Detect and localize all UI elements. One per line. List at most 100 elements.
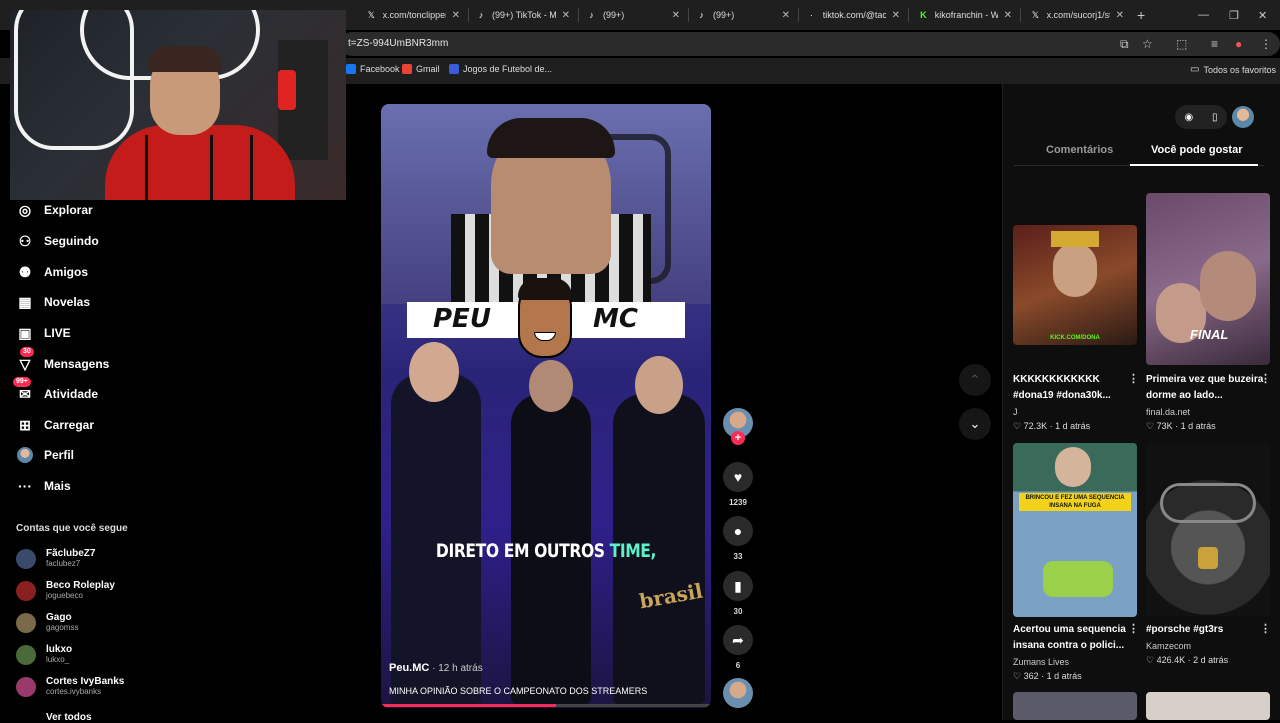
- video-title[interactable]: KKKKKKKKKKKK #dona19 #dona30k...: [1013, 372, 1131, 404]
- follow-plus-icon[interactable]: +: [731, 431, 745, 445]
- browser-tab[interactable]: 𝕏 x.com/tonclipper ✕: [360, 2, 466, 28]
- sidebar-item-perfil[interactable]: Perfil: [16, 446, 74, 464]
- sidebar-item-mensagens[interactable]: ▽ 30 Mensagens: [16, 347, 110, 373]
- save-button[interactable]: ▮ 30: [723, 571, 753, 616]
- see-all-link[interactable]: Ver todos: [46, 712, 92, 723]
- video-title[interactable]: #porsche #gt3rs: [1146, 622, 1264, 638]
- video-thumbnail[interactable]: [1146, 692, 1270, 720]
- sidebar-item-live[interactable]: ▣ LIVE: [16, 324, 70, 342]
- post-time: 1 d atrás: [1055, 421, 1091, 431]
- restore-button[interactable]: ❐: [1229, 0, 1239, 30]
- video-person-right-head: [635, 356, 683, 414]
- address-text[interactable]: t=ZS-994UmBNR3mm: [348, 38, 448, 49]
- video-title[interactable]: Primeira vez que buzeira dorme ao lado..…: [1146, 372, 1264, 404]
- followed-account[interactable]: Beco Roleplay joguebeco: [16, 580, 115, 601]
- avatar[interactable]: [1232, 106, 1254, 128]
- browser-menu-icon[interactable]: ⋮: [1260, 37, 1272, 51]
- tab-label: (99+) TikTok - Ma: [492, 10, 556, 20]
- comment-count: 33: [733, 552, 743, 561]
- new-tab-button[interactable]: +: [1137, 0, 1145, 30]
- minimize-button[interactable]: —: [1198, 0, 1209, 30]
- video-author[interactable]: Peu.MC · 12 h atrás: [389, 662, 483, 674]
- video-thumbnail[interactable]: FINAL: [1146, 193, 1270, 365]
- followed-account[interactable]: Gago gagomss: [16, 612, 78, 633]
- sidebar-item-carregar[interactable]: ⊞ Carregar: [16, 416, 94, 434]
- comment-button[interactable]: ● 33: [723, 516, 753, 561]
- video-thumbnail[interactable]: [1013, 692, 1137, 720]
- bookmark-site-icon: [449, 64, 459, 74]
- video-author[interactable]: final.da.net: [1146, 407, 1190, 417]
- browser-tab[interactable]: · tiktok.com/@tac ✕: [800, 2, 906, 28]
- browser-tab[interactable]: ♪ (99+) ✕: [580, 2, 686, 28]
- more-options-icon[interactable]: ⋮: [1128, 372, 1139, 385]
- extensions-icon[interactable]: ⬚: [1176, 37, 1187, 51]
- bookmark-facebook[interactable]: Facebook: [346, 64, 400, 74]
- all-bookmarks[interactable]: ▭ Todos os favoritos: [1190, 64, 1276, 75]
- video-thumbnail[interactable]: KICK.COM/DONA: [1013, 225, 1137, 345]
- explore-mode-icon[interactable]: ◉: [1184, 112, 1193, 123]
- close-icon[interactable]: ✕: [1004, 10, 1012, 21]
- sidebar-item-atividade[interactable]: ✉ 99+ Atividade: [13, 377, 98, 403]
- browser-tab[interactable]: ♪ (99+) ✕: [690, 2, 796, 28]
- followed-account[interactable]: FãclubeZ7 faclubez7: [16, 548, 95, 569]
- phone-mode-icon[interactable]: ▯: [1212, 112, 1218, 123]
- scroll-up-button[interactable]: ⌃: [959, 364, 991, 396]
- video-progress[interactable]: [381, 704, 711, 707]
- gmail-icon: [402, 64, 412, 74]
- address-bar[interactable]: [340, 32, 1280, 56]
- close-icon[interactable]: ✕: [892, 10, 900, 21]
- view-mode-toggle[interactable]: ◉ ▯: [1175, 105, 1227, 129]
- heart-outline-icon: ♡: [1013, 421, 1022, 431]
- close-icon[interactable]: ✕: [562, 10, 570, 21]
- profile-icon: [16, 446, 34, 464]
- media-icon[interactable]: ≡: [1211, 37, 1218, 51]
- bookmark-gmail[interactable]: Gmail: [402, 64, 440, 74]
- close-icon[interactable]: ✕: [452, 10, 460, 21]
- more-options-icon[interactable]: ⋮: [1260, 622, 1271, 635]
- video-thumbnail[interactable]: [1146, 443, 1270, 617]
- video-author[interactable]: Kamzecom: [1146, 641, 1191, 651]
- close-icon[interactable]: ✕: [672, 10, 680, 21]
- sidebar-item-label: Mensagens: [44, 357, 110, 371]
- video-author[interactable]: Zumans Lives: [1013, 657, 1069, 667]
- creator-avatar[interactable]: +: [723, 408, 753, 445]
- compass-icon: ◎: [18, 201, 32, 218]
- share-button[interactable]: ➦ 6: [723, 625, 753, 670]
- heart-outline-icon: ♡: [1146, 655, 1155, 665]
- scroll-down-button[interactable]: ⌄: [959, 408, 991, 440]
- browser-tab[interactable]: K kikofranchin - W ✕: [912, 2, 1018, 28]
- install-app-icon[interactable]: ⧉: [1120, 37, 1129, 52]
- more-options-icon[interactable]: ⋮: [1128, 622, 1139, 635]
- video-player[interactable]: PEU MC DIRETO EM OUTROS TIME, brasil Peu…: [381, 104, 711, 708]
- sidebar-item-label: Amigos: [44, 265, 89, 279]
- close-icon[interactable]: ✕: [782, 10, 790, 21]
- bookmark-jogos[interactable]: Jogos de Futebol de...: [449, 64, 552, 74]
- sidebar-item-explorar[interactable]: ◎ Explorar: [16, 201, 93, 219]
- sidebar-item-label: Seguindo: [44, 234, 99, 248]
- close-icon[interactable]: ✕: [1116, 10, 1124, 21]
- star-icon[interactable]: ☆: [1142, 37, 1153, 51]
- browser-tab[interactable]: ♪ (99+) TikTok - Ma ✕: [470, 2, 576, 28]
- sidebar-item-mais[interactable]: ··· Mais: [16, 477, 71, 495]
- followed-account[interactable]: Cortes IvyBanks cortes.ivybanks: [16, 676, 124, 697]
- tab-suggested[interactable]: Você pode gostar: [1151, 144, 1242, 156]
- more-options-icon[interactable]: ⋮: [1260, 372, 1271, 385]
- like-button[interactable]: ♥ 1239: [723, 462, 753, 507]
- next-creator-avatar[interactable]: [723, 678, 753, 708]
- folder-icon: ▭: [1190, 64, 1200, 75]
- author-name[interactable]: Peu.MC: [389, 662, 429, 674]
- x-icon: 𝕏: [367, 9, 375, 20]
- sidebar-item-novelas[interactable]: ▦ Novelas: [16, 293, 90, 311]
- avatar: [16, 548, 36, 569]
- sidebar-item-seguindo[interactable]: ⚇ Seguindo: [16, 232, 99, 250]
- window-close-button[interactable]: ✕: [1258, 0, 1267, 30]
- banner-right-text: MC: [593, 304, 638, 334]
- followed-account[interactable]: lukxo lukxo_: [16, 644, 72, 665]
- video-author[interactable]: J: [1013, 407, 1018, 417]
- sidebar-item-amigos[interactable]: ⚉ Amigos: [16, 263, 88, 281]
- tab-comments[interactable]: Comentários: [1046, 144, 1113, 156]
- video-thumbnail[interactable]: BRINCOU E FEZ UMA SEQUENCIA INSANA NA FU…: [1013, 443, 1137, 617]
- profile-avatar-icon[interactable]: ●: [1235, 37, 1242, 51]
- video-title[interactable]: Acertou uma sequencia insana contra o po…: [1013, 622, 1131, 654]
- browser-tab[interactable]: 𝕏 x.com/sucorj1/st ✕: [1024, 2, 1130, 28]
